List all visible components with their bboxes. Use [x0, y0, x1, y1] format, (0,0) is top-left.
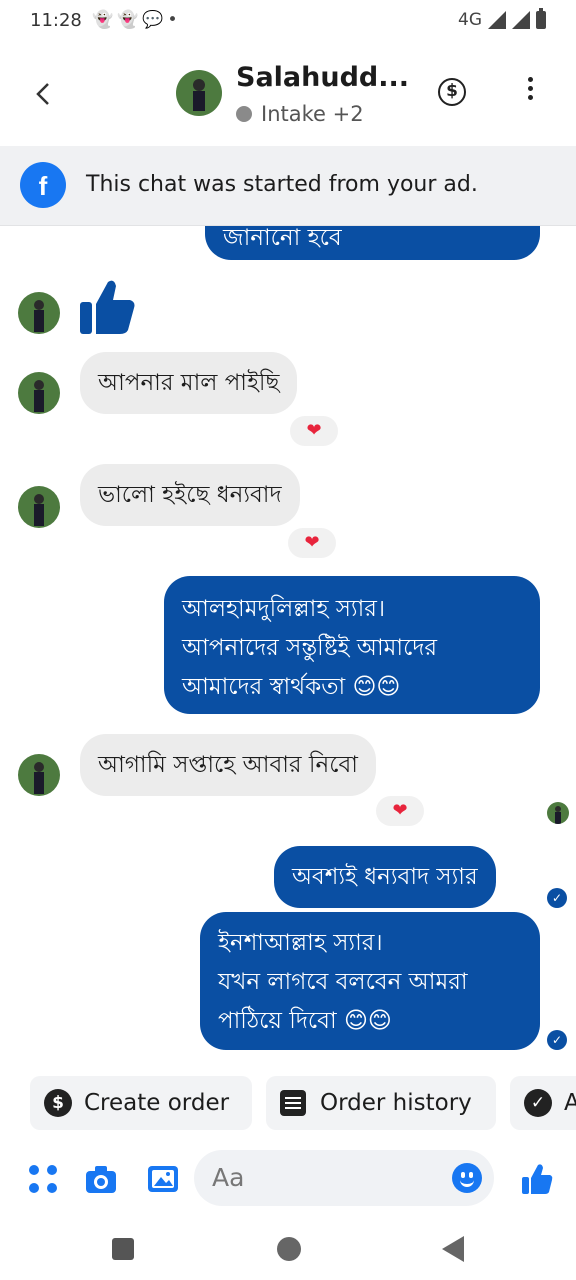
contact-subtitle[interactable]: Intake +2 [236, 102, 364, 126]
heart-reaction[interactable]: ❤ [290, 416, 338, 446]
avatar[interactable] [18, 754, 60, 796]
message-incoming[interactable]: আপনার মাল পাইছি [80, 352, 298, 414]
thumbs-up-icon[interactable] [76, 276, 138, 338]
signal-icon [512, 11, 530, 29]
message-text: আগামি সপ্তাহে আবার নিবো [98, 752, 358, 778]
thumbs-up-send-icon[interactable] [520, 1162, 554, 1196]
message-line: আপনাদের সন্তুষ্টিই আমাদের [182, 635, 438, 661]
delivered-check-icon: ✓ [547, 1030, 567, 1050]
status-bar: 11:28 👻👻💬• 4G [0, 0, 576, 44]
create-order-label: Create order [84, 1090, 230, 1116]
recent-apps-icon[interactable] [112, 1238, 134, 1260]
camera-icon[interactable] [84, 1162, 118, 1196]
message-list[interactable]: জানানো হবে আপনার মাল পাইছি ❤ ভালো হইছে ধ… [0, 226, 576, 1064]
heart-reaction[interactable]: ❤ [288, 528, 336, 558]
more-options-icon[interactable] [520, 74, 540, 108]
snapchat-icon: 👻 [92, 10, 118, 30]
message-input-placeholder: Aa [212, 1163, 245, 1192]
emoji-icon[interactable] [452, 1163, 482, 1193]
seen-avatar [547, 802, 569, 824]
message-line: যখন লাগবে বলবেন আমরা [218, 969, 468, 995]
message-line: পাঠিয়ে দিবো 😊😊 [218, 1008, 392, 1034]
third-action-label: A [564, 1090, 576, 1116]
third-action-button[interactable]: ✓ A [510, 1076, 576, 1130]
avatar[interactable] [18, 486, 60, 528]
payment-button[interactable]: $ [438, 78, 466, 106]
chat-header: Salahudd... Intake +2 $ [0, 44, 576, 144]
order-history-button[interactable]: Order history [266, 1076, 496, 1130]
order-history-label: Order history [320, 1090, 472, 1116]
ad-banner-text: This chat was started from your ad. [86, 172, 478, 197]
signal-icon [488, 11, 506, 29]
message-outgoing[interactable]: ইনশাআল্লাহ স্যার। যখন লাগবে বলবেন আমরা প… [200, 912, 540, 1050]
snapchat-icon: 👻 [117, 10, 143, 30]
delivered-check-icon: ✓ [547, 888, 567, 908]
nav-back-icon[interactable] [442, 1236, 464, 1262]
battery-icon [536, 8, 546, 29]
heart-reaction[interactable]: ❤ [376, 796, 424, 826]
ad-banner: This chat was started from your ad. [0, 146, 576, 226]
message-incoming[interactable]: ভালো হইছে ধন্যবাদ [80, 464, 300, 526]
notification-icons: 👻👻💬• [92, 10, 182, 30]
message-outgoing[interactable]: আলহামদুলিল্লাহ স্যার। আপনাদের সন্তুষ্টিই… [164, 576, 540, 714]
status-time: 11:28 [30, 10, 82, 31]
message-line: আমাদের স্বার্থকতা 😊😊 [182, 674, 401, 700]
subtitle-label: Intake +2 [261, 102, 364, 126]
dollar-icon: $ [44, 1089, 72, 1117]
contact-name[interactable]: Salahudd... [236, 62, 409, 93]
quick-actions-bar: $ Create order Order history ✓ A [30, 1076, 576, 1130]
message-text: জানানো হবে [223, 226, 342, 251]
status-right: 4G [458, 8, 546, 30]
message-outgoing[interactable]: অবশ্যই ধন্যবাদ স্যার [274, 846, 496, 908]
apps-grid-icon[interactable] [26, 1162, 60, 1196]
message-line: আলহামদুলিল্লাহ স্যার। [182, 596, 386, 622]
facebook-icon [20, 162, 66, 208]
system-nav-bar [0, 1222, 576, 1280]
message-line: ইনশাআল্লাহ স্যার। [218, 930, 383, 956]
home-icon[interactable] [277, 1237, 301, 1261]
composer: Aa [0, 1140, 576, 1220]
message-text: ভালো হইছে ধন্যবাদ [98, 482, 282, 508]
dot-icon: • [167, 10, 182, 30]
avatar[interactable] [18, 372, 60, 414]
chat-icon: 💬 [142, 10, 168, 30]
message-input[interactable]: Aa [194, 1150, 494, 1206]
list-icon [280, 1090, 306, 1116]
status-dot-icon [236, 106, 252, 122]
message-outgoing[interactable]: জানানো হবে [205, 226, 540, 260]
message-text: অবশ্যই ধন্যবাদ স্যার [292, 864, 478, 890]
create-order-button[interactable]: $ Create order [30, 1076, 252, 1130]
message-incoming[interactable]: আগামি সপ্তাহে আবার নিবো [80, 734, 376, 796]
contact-avatar[interactable] [176, 70, 222, 116]
gallery-icon[interactable] [146, 1162, 180, 1196]
network-label: 4G [458, 10, 482, 30]
message-text: আপনার মাল পাইছি [98, 370, 280, 396]
avatar[interactable] [18, 292, 60, 334]
back-arrow-icon[interactable] [28, 74, 58, 114]
check-icon: ✓ [524, 1089, 552, 1117]
